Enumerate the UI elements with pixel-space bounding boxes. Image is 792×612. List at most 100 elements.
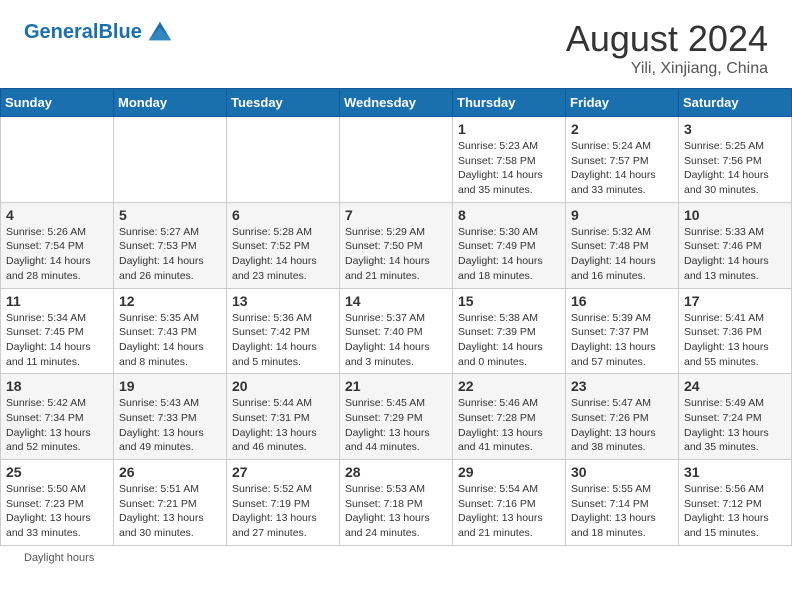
calendar-cell: 1 Sunrise: 5:23 AM Sunset: 7:58 PM Daylig… <box>453 117 566 203</box>
day-info: Sunrise: 5:45 AM Sunset: 7:29 PM Dayligh… <box>345 396 447 455</box>
day-info: Sunrise: 5:42 AM Sunset: 7:34 PM Dayligh… <box>6 396 108 455</box>
day-number: 8 <box>458 207 560 223</box>
day-number: 18 <box>6 378 108 394</box>
day-info: Sunrise: 5:23 AM Sunset: 7:58 PM Dayligh… <box>458 139 560 198</box>
day-info: Sunrise: 5:33 AM Sunset: 7:46 PM Dayligh… <box>684 225 786 284</box>
page-container: GeneralBlue August 2024 Yili, Xinjiang, … <box>0 0 792 570</box>
day-info: Sunrise: 5:39 AM Sunset: 7:37 PM Dayligh… <box>571 311 673 370</box>
calendar-cell: 30 Sunrise: 5:55 AM Sunset: 7:14 PM Dayli… <box>566 460 679 546</box>
day-number: 23 <box>571 378 673 394</box>
day-info: Sunrise: 5:43 AM Sunset: 7:33 PM Dayligh… <box>119 396 221 455</box>
calendar-cell: 25 Sunrise: 5:50 AM Sunset: 7:23 PM Dayli… <box>1 460 114 546</box>
calendar-cell: 5 Sunrise: 5:27 AM Sunset: 7:53 PM Daylig… <box>114 202 227 288</box>
day-number: 30 <box>571 464 673 480</box>
day-info: Sunrise: 5:34 AM Sunset: 7:45 PM Dayligh… <box>6 311 108 370</box>
calendar-cell: 4Sunrise: 5:26 AM Sunset: 7:54 PM Daylig… <box>1 202 114 288</box>
calendar-cell: 20Sunrise: 5:44 AM Sunset: 7:31 PM Dayli… <box>227 374 340 460</box>
day-number: 1 <box>458 121 560 137</box>
calendar-week-3: 11Sunrise: 5:34 AM Sunset: 7:45 PM Dayli… <box>1 288 792 374</box>
calendar-cell <box>1 117 114 203</box>
day-info: Sunrise: 5:30 AM Sunset: 7:49 PM Dayligh… <box>458 225 560 284</box>
calendar-week-1: 1 Sunrise: 5:23 AM Sunset: 7:58 PM Daylig… <box>1 117 792 203</box>
calendar-cell: 6 Sunrise: 5:28 AM Sunset: 7:52 PM Daylig… <box>227 202 340 288</box>
day-number: 27 <box>232 464 334 480</box>
header-day-wednesday: Wednesday <box>340 89 453 117</box>
calendar-cell: 28 Sunrise: 5:53 AM Sunset: 7:18 PM Dayli… <box>340 460 453 546</box>
day-number: 22 <box>458 378 560 394</box>
day-info: Sunrise: 5:54 AM Sunset: 7:16 PM Dayligh… <box>458 482 560 541</box>
header-day-monday: Monday <box>114 89 227 117</box>
day-info: Sunrise: 5:55 AM Sunset: 7:14 PM Dayligh… <box>571 482 673 541</box>
day-info: Sunrise: 5:29 AM Sunset: 7:50 PM Dayligh… <box>345 225 447 284</box>
day-number: 5 <box>119 207 221 223</box>
header: GeneralBlue August 2024 Yili, Xinjiang, … <box>0 0 792 88</box>
calendar-cell: 19Sunrise: 5:43 AM Sunset: 7:33 PM Dayli… <box>114 374 227 460</box>
calendar-cell: 27Sunrise: 5:52 AM Sunset: 7:19 PM Dayli… <box>227 460 340 546</box>
calendar-week-2: 4Sunrise: 5:26 AM Sunset: 7:54 PM Daylig… <box>1 202 792 288</box>
calendar-cell: 11Sunrise: 5:34 AM Sunset: 7:45 PM Dayli… <box>1 288 114 374</box>
day-info: Sunrise: 5:56 AM Sunset: 7:12 PM Dayligh… <box>684 482 786 541</box>
calendar-cell: 22Sunrise: 5:46 AM Sunset: 7:28 PM Dayli… <box>453 374 566 460</box>
calendar-cell: 2Sunrise: 5:24 AM Sunset: 7:57 PM Daylig… <box>566 117 679 203</box>
day-info: Sunrise: 5:50 AM Sunset: 7:23 PM Dayligh… <box>6 482 108 541</box>
calendar-week-4: 18 Sunrise: 5:42 AM Sunset: 7:34 PM Dayli… <box>1 374 792 460</box>
calendar-cell: 9 Sunrise: 5:32 AM Sunset: 7:48 PM Daylig… <box>566 202 679 288</box>
day-number: 31 <box>684 464 786 480</box>
day-number: 14 <box>345 293 447 309</box>
logo-icon <box>145 18 173 46</box>
calendar-cell: 24 Sunrise: 5:49 AM Sunset: 7:24 PM Dayli… <box>679 374 792 460</box>
calendar-cell: 12 Sunrise: 5:35 AM Sunset: 7:43 PM Dayli… <box>114 288 227 374</box>
logo-blue: Blue <box>98 21 141 43</box>
calendar-cell: 14 Sunrise: 5:37 AM Sunset: 7:40 PM Dayli… <box>340 288 453 374</box>
day-number: 12 <box>119 293 221 309</box>
day-info: Sunrise: 5:49 AM Sunset: 7:24 PM Dayligh… <box>684 396 786 455</box>
calendar-cell: 10 Sunrise: 5:33 AM Sunset: 7:46 PM Dayli… <box>679 202 792 288</box>
day-number: 29 <box>458 464 560 480</box>
calendar-cell: 15Sunrise: 5:38 AM Sunset: 7:39 PM Dayli… <box>453 288 566 374</box>
calendar-cell: 29 Sunrise: 5:54 AM Sunset: 7:16 PM Dayli… <box>453 460 566 546</box>
calendar-cell: 17 Sunrise: 5:41 AM Sunset: 7:36 PM Dayli… <box>679 288 792 374</box>
daylight-label: Daylight hours <box>24 552 94 564</box>
day-number: 16 <box>571 293 673 309</box>
header-day-sunday: Sunday <box>1 89 114 117</box>
day-info: Sunrise: 5:35 AM Sunset: 7:43 PM Dayligh… <box>119 311 221 370</box>
day-number: 2 <box>571 121 673 137</box>
day-number: 24 <box>684 378 786 394</box>
day-number: 25 <box>6 464 108 480</box>
day-number: 4 <box>6 207 108 223</box>
calendar-table: SundayMondayTuesdayWednesdayThursdayFrid… <box>0 88 792 546</box>
logo-text-general: GeneralBlue <box>24 21 142 43</box>
day-info: Sunrise: 5:41 AM Sunset: 7:36 PM Dayligh… <box>684 311 786 370</box>
header-day-thursday: Thursday <box>453 89 566 117</box>
calendar-cell: 26 Sunrise: 5:51 AM Sunset: 7:21 PM Dayli… <box>114 460 227 546</box>
day-info: Sunrise: 5:25 AM Sunset: 7:56 PM Dayligh… <box>684 139 786 198</box>
day-number: 7 <box>345 207 447 223</box>
calendar-cell: 13Sunrise: 5:36 AM Sunset: 7:42 PM Dayli… <box>227 288 340 374</box>
calendar-cell: 8 Sunrise: 5:30 AM Sunset: 7:49 PM Daylig… <box>453 202 566 288</box>
calendar-header-row: SundayMondayTuesdayWednesdayThursdayFrid… <box>1 89 792 117</box>
day-info: Sunrise: 5:53 AM Sunset: 7:18 PM Dayligh… <box>345 482 447 541</box>
calendar-cell: 16 Sunrise: 5:39 AM Sunset: 7:37 PM Dayli… <box>566 288 679 374</box>
day-number: 3 <box>684 121 786 137</box>
day-number: 9 <box>571 207 673 223</box>
day-number: 10 <box>684 207 786 223</box>
day-info: Sunrise: 5:37 AM Sunset: 7:40 PM Dayligh… <box>345 311 447 370</box>
day-number: 26 <box>119 464 221 480</box>
calendar-cell <box>340 117 453 203</box>
calendar-cell <box>227 117 340 203</box>
day-number: 17 <box>684 293 786 309</box>
day-info: Sunrise: 5:44 AM Sunset: 7:31 PM Dayligh… <box>232 396 334 455</box>
day-info: Sunrise: 5:28 AM Sunset: 7:52 PM Dayligh… <box>232 225 334 284</box>
day-info: Sunrise: 5:32 AM Sunset: 7:48 PM Dayligh… <box>571 225 673 284</box>
day-info: Sunrise: 5:36 AM Sunset: 7:42 PM Dayligh… <box>232 311 334 370</box>
day-number: 28 <box>345 464 447 480</box>
day-number: 21 <box>345 378 447 394</box>
calendar-cell: 18 Sunrise: 5:42 AM Sunset: 7:34 PM Dayli… <box>1 374 114 460</box>
header-day-saturday: Saturday <box>679 89 792 117</box>
day-number: 15 <box>458 293 560 309</box>
calendar-cell <box>114 117 227 203</box>
day-number: 6 <box>232 207 334 223</box>
calendar-cell: 7 Sunrise: 5:29 AM Sunset: 7:50 PM Daylig… <box>340 202 453 288</box>
day-info: Sunrise: 5:51 AM Sunset: 7:21 PM Dayligh… <box>119 482 221 541</box>
day-info: Sunrise: 5:27 AM Sunset: 7:53 PM Dayligh… <box>119 225 221 284</box>
